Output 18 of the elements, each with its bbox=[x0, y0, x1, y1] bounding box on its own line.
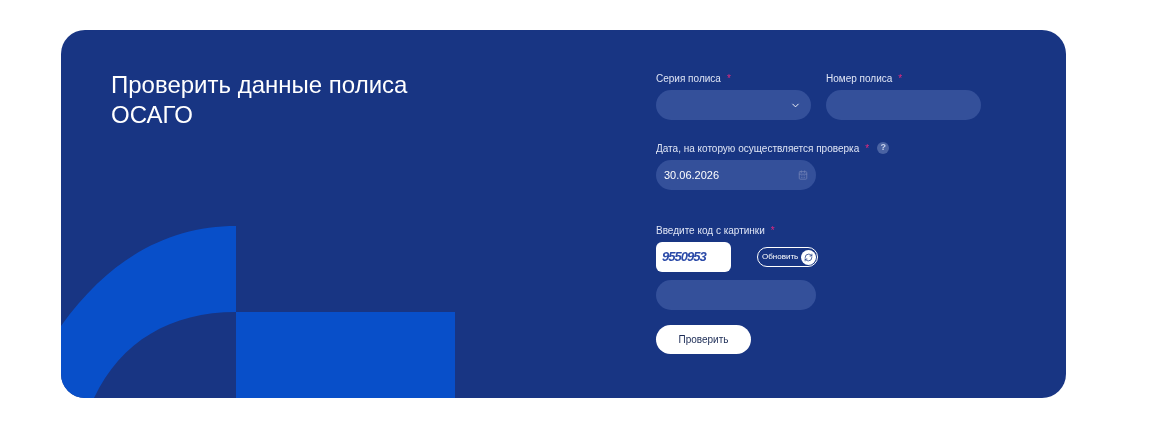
required-mark: * bbox=[726, 71, 731, 86]
date-field[interactable]: 30.06.2026 bbox=[656, 160, 816, 190]
refresh-icon bbox=[801, 249, 817, 265]
help-icon[interactable]: ? bbox=[877, 142, 890, 154]
series-select[interactable] bbox=[656, 90, 811, 120]
number-field[interactable] bbox=[826, 90, 981, 120]
captcha-image: 9550953 bbox=[656, 242, 731, 272]
captcha-field[interactable] bbox=[656, 280, 816, 310]
field-label: Введите код с картинки bbox=[656, 223, 765, 238]
page-title: Проверить данные полиса ОСАГО bbox=[111, 70, 409, 130]
field-label: Дата, на которую осуществляется проверка bbox=[656, 141, 860, 156]
required-mark: * bbox=[770, 223, 775, 238]
submit-button[interactable]: Проверить bbox=[656, 325, 751, 354]
field-label: Номер полиса bbox=[826, 71, 893, 86]
field-label: Серия полиса bbox=[656, 71, 721, 86]
required-mark: * bbox=[865, 141, 870, 156]
calendar-icon bbox=[798, 170, 808, 180]
required-mark: * bbox=[898, 71, 903, 86]
